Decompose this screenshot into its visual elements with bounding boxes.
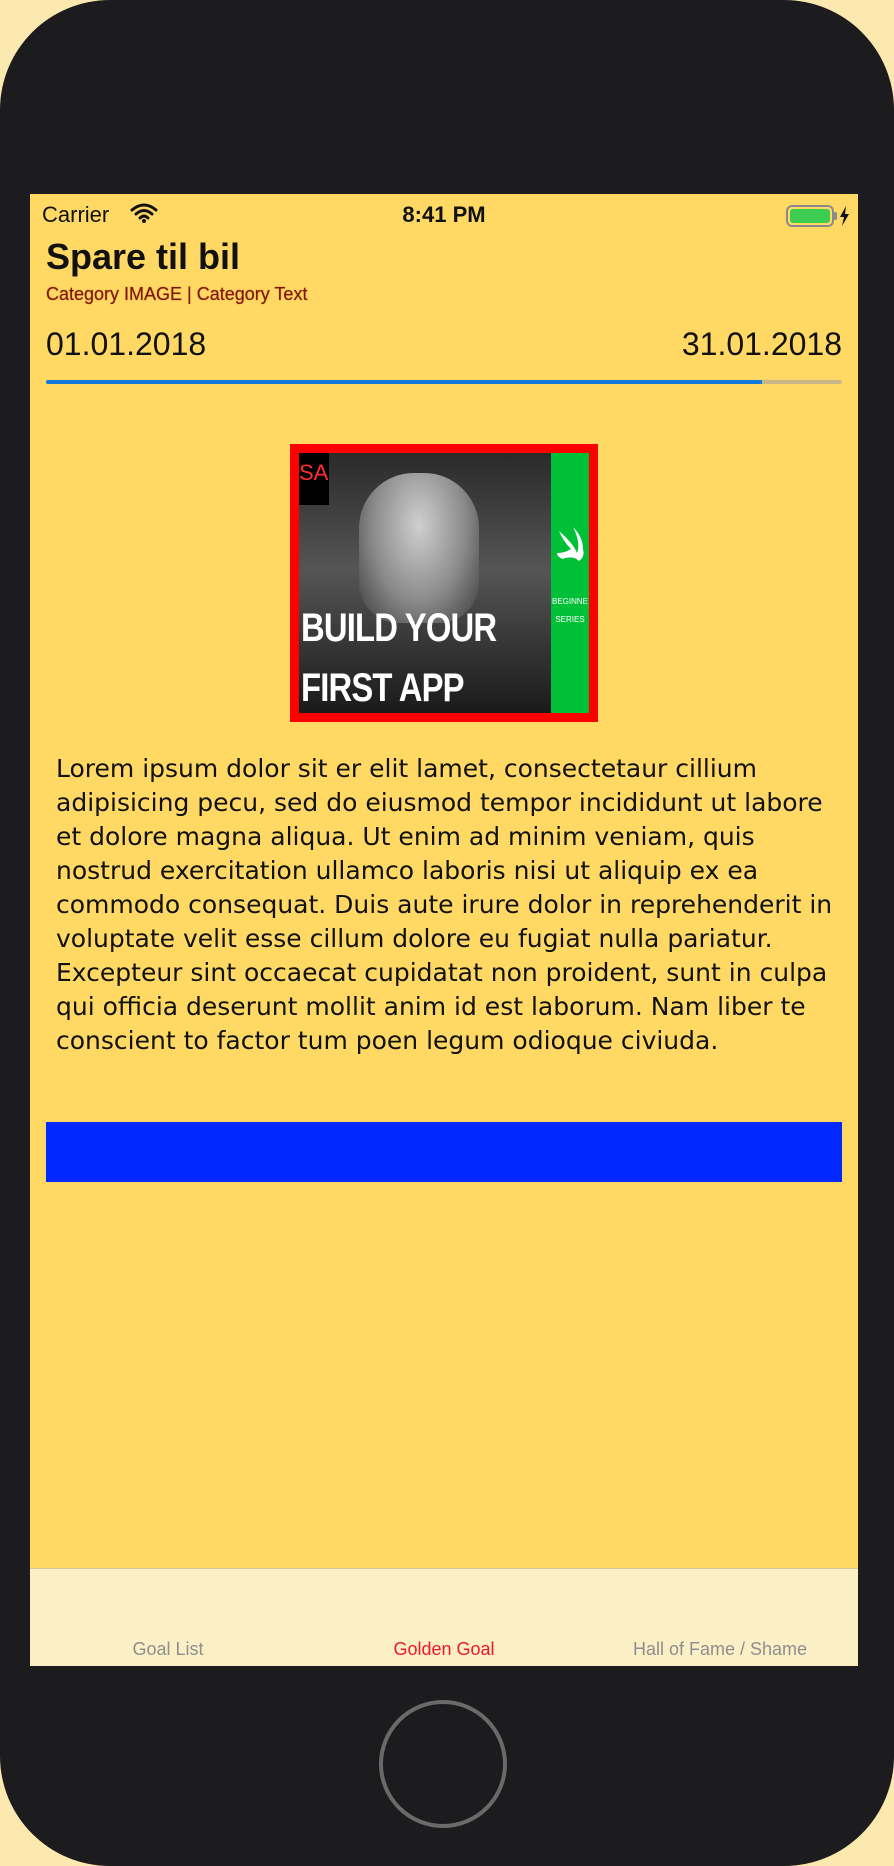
thumbnail-side-line1: BEGINNE xyxy=(551,597,588,606)
status-time: 8:41 PM xyxy=(402,202,486,227)
status-bar: Carrier 8:41 PM xyxy=(30,194,858,234)
thumbnail-headline-line1: BUILD YOUR xyxy=(301,606,497,650)
thumbnail-side-panel xyxy=(551,453,589,713)
tab-hall-of-fame[interactable]: Hall of Fame / Shame xyxy=(582,1639,858,1660)
action-bar[interactable] xyxy=(46,1122,842,1182)
goal-image[interactable]: SA BEGINNE SERIES BUILD YOUR FIRST APP xyxy=(290,444,598,722)
goal-title: Spare til bil xyxy=(46,236,241,277)
thumbnail-side-line2: SERIES xyxy=(555,615,585,624)
thumbnail-badge: SA xyxy=(299,453,329,505)
swift-logo-icon xyxy=(555,523,585,567)
thumbnail-side-text: BEGINNE SERIES xyxy=(551,593,589,629)
tab-bar: Goal List Golden Goal Hall of Fame / Sha… xyxy=(30,1568,858,1666)
thumbnail-headline: BUILD YOUR FIRST APP xyxy=(301,598,497,713)
home-button[interactable] xyxy=(379,1700,507,1828)
end-date: 31.01.2018 xyxy=(681,326,842,362)
battery-charging-icon xyxy=(786,204,852,232)
phone-device: Carrier 8:41 PM Spare til bil Category I… xyxy=(0,0,894,1866)
tab-goal-list[interactable]: Goal List xyxy=(30,1639,306,1660)
goal-image-content: SA BEGINNE SERIES BUILD YOUR FIRST APP xyxy=(299,453,589,713)
goal-progress-fill xyxy=(46,380,763,384)
thumbnail-headline-line2: FIRST APP xyxy=(301,666,465,710)
goal-progress-bar xyxy=(46,380,842,384)
app-screen: Carrier 8:41 PM Spare til bil Category I… xyxy=(30,194,858,1666)
start-date: 01.01.2018 xyxy=(46,326,207,362)
category-label: Category IMAGE | Category Text xyxy=(46,284,308,304)
goal-description: Lorem ipsum dolor sit er elit lamet, con… xyxy=(56,754,833,1055)
tab-golden-goal[interactable]: Golden Goal xyxy=(306,1639,582,1660)
